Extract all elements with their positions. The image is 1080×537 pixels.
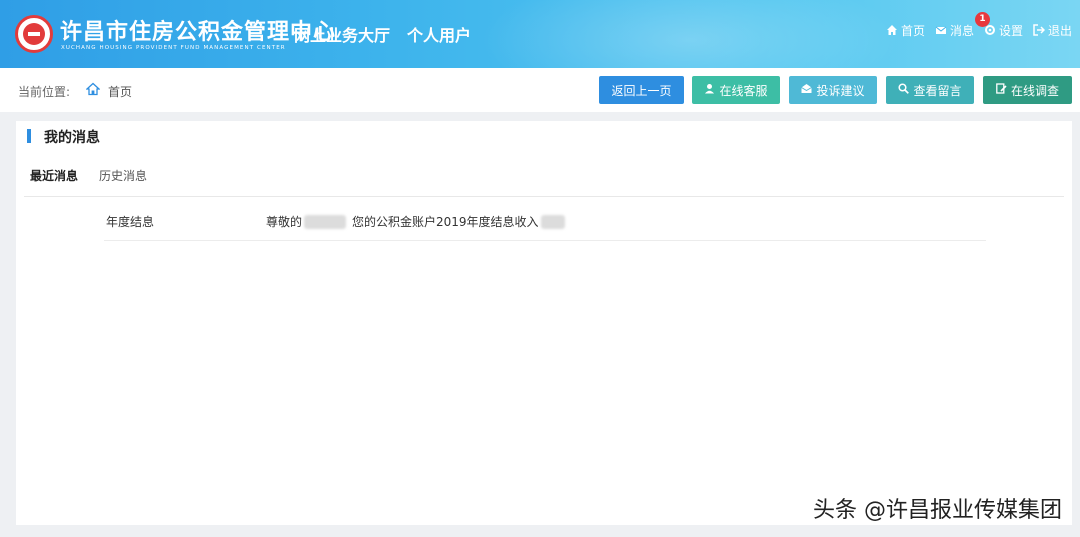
breadcrumb-toolbar: 当前位置: 首页 返回上一页 在线客服 投诉建议 查看留言 在线调查 — [0, 68, 1080, 112]
online-service-button[interactable]: 在线客服 — [692, 76, 780, 104]
view-messages-label: 查看留言 — [913, 83, 962, 98]
message-row[interactable]: 年度结息 尊敬的 您的公积金账户2019年度结息收入 — [104, 205, 986, 241]
home-icon — [886, 24, 898, 38]
envelope-icon — [935, 24, 947, 38]
message-content-prefix: 尊敬的 — [266, 215, 303, 229]
tabs-divider — [24, 196, 1064, 197]
nav-logout[interactable]: 退出 — [1033, 22, 1072, 39]
back-button[interactable]: 返回上一页 — [599, 76, 684, 104]
nav-settings[interactable]: 设置 — [984, 22, 1023, 39]
brand-name-en: XUCHANG HOUSING PROVIDENT FUND MANAGEMEN… — [61, 45, 286, 51]
online-service-label: 在线客服 — [719, 83, 768, 98]
breadcrumb-label: 当前位置: — [18, 85, 71, 99]
hall-title: 网上业务大厅 — [294, 26, 391, 45]
nav-settings-label: 设置 — [998, 24, 1023, 38]
user-type-title: 个人用户 — [407, 26, 472, 45]
nav-home[interactable]: 首页 — [886, 22, 925, 39]
view-messages-button[interactable]: 查看留言 — [886, 76, 974, 104]
top-nav: 首页 消息 1 设置 退出 — [886, 12, 1072, 39]
complaint-button[interactable]: 投诉建议 — [789, 76, 877, 104]
complaint-label: 投诉建议 — [816, 83, 865, 98]
site-header: 许昌市住房公积金管理中心 XUCHANG HOUSING PROVIDENT F… — [0, 0, 1080, 68]
customer-service-icon — [704, 83, 715, 97]
breadcrumb-home-icon — [85, 81, 101, 96]
online-survey-label: 在线调查 — [1010, 83, 1059, 98]
nav-messages-label: 消息 — [949, 24, 974, 38]
section-accent-bar — [27, 129, 31, 143]
gear-icon — [984, 24, 996, 38]
header-decoration — [480, 0, 900, 68]
nav-logout-label: 退出 — [1047, 24, 1072, 38]
redacted-name — [304, 214, 347, 229]
edit-form-icon — [996, 83, 1007, 97]
watermark-text: 头条 @许昌报业传媒集团 — [813, 498, 1062, 523]
breadcrumb-home-link[interactable]: 首页 — [108, 83, 132, 100]
my-messages-panel: 我的消息 最近消息 历史消息 年度结息 尊敬的 您的公积金账户2019年度结息收… — [16, 121, 1072, 525]
message-content: 尊敬的 您的公积金账户2019年度结息收入 — [266, 213, 565, 230]
message-type: 年度结息 — [106, 215, 155, 229]
online-survey-button[interactable]: 在线调查 — [983, 76, 1072, 104]
tab-recent-messages[interactable]: 最近消息 — [30, 167, 78, 184]
nav-home-label: 首页 — [900, 24, 925, 38]
back-button-label: 返回上一页 — [611, 83, 672, 98]
section-title: 我的消息 — [44, 130, 100, 146]
tab-history-messages[interactable]: 历史消息 — [99, 167, 147, 184]
search-doc-icon — [898, 83, 910, 97]
nav-messages[interactable]: 消息 1 — [935, 12, 990, 39]
redacted-amount — [540, 214, 565, 229]
logout-icon — [1033, 23, 1046, 38]
mail-open-icon — [801, 83, 813, 97]
provident-fund-logo-icon — [15, 15, 53, 53]
message-content-suffix: 您的公积金账户2019年度结息收入 — [352, 215, 539, 229]
